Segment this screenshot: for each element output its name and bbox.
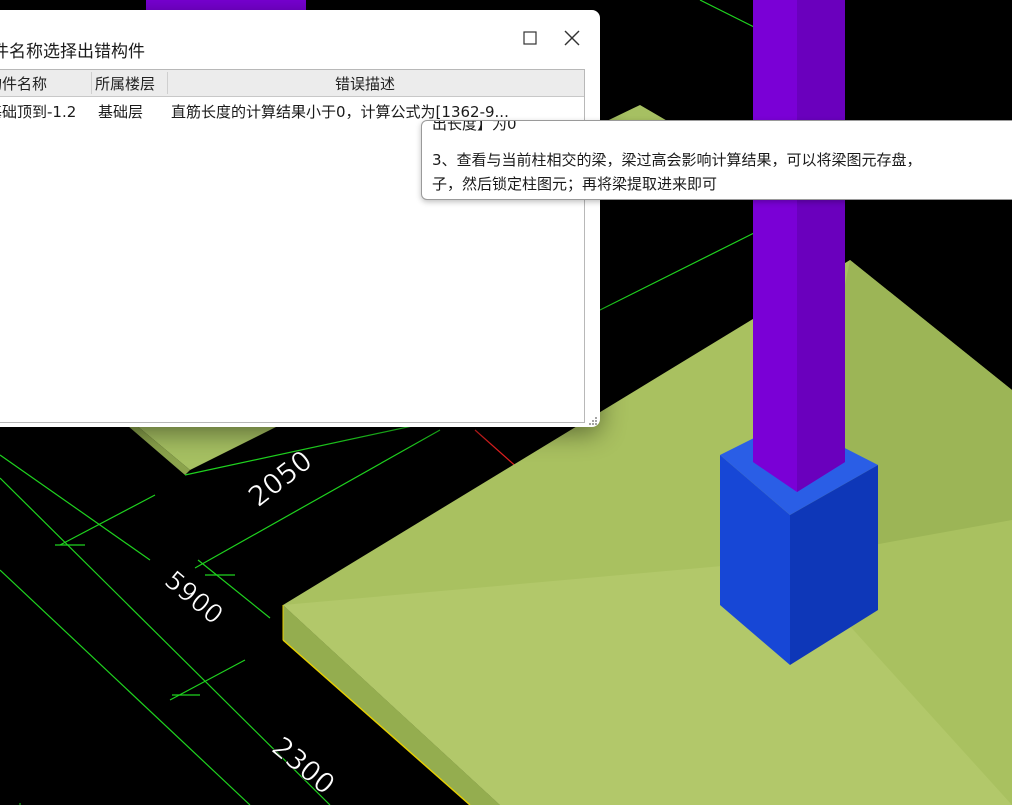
dialog-title: 件名称选择出错构件 [0,42,145,62]
column-header-name[interactable]: 构件名称 [0,73,47,95]
maximize-icon [523,31,537,45]
tooltip-line-2: 3、查看与当前柱相交的梁，梁过高会影响计算结果，可以将梁图元存盘， [432,151,922,169]
tooltip-line-1: 出长度】为0 [432,120,517,133]
tooltip-line-3: 子，然后锁定柱图元；再将梁提取进来即可 [432,175,718,193]
column-header-description[interactable]: 错误描述 [335,73,395,95]
cell-component-name: 基础顶到-1.2 [0,103,77,121]
cell-error-description: 直筋长度的计算结果小于0，计算公式为[1362-9... [171,103,509,121]
column-header-floor[interactable]: 所属楼层 [95,73,155,95]
resize-grip-icon[interactable] [588,416,598,426]
error-tooltip: 出长度】为0 3、查看与当前柱相交的梁，梁过高会影响计算结果，可以将梁图元存盘，… [421,120,1012,200]
maximize-button[interactable] [518,26,542,50]
error-component-dialog: 件名称选择出错构件 构件名称 所属楼层 错误描述 基础顶到-1.2 基础层 直筋… [0,10,600,427]
close-button[interactable] [560,26,584,50]
cell-floor: 基础层 [98,103,144,121]
grid-header: 构件名称 所属楼层 错误描述 [0,70,584,97]
close-icon [564,30,580,46]
